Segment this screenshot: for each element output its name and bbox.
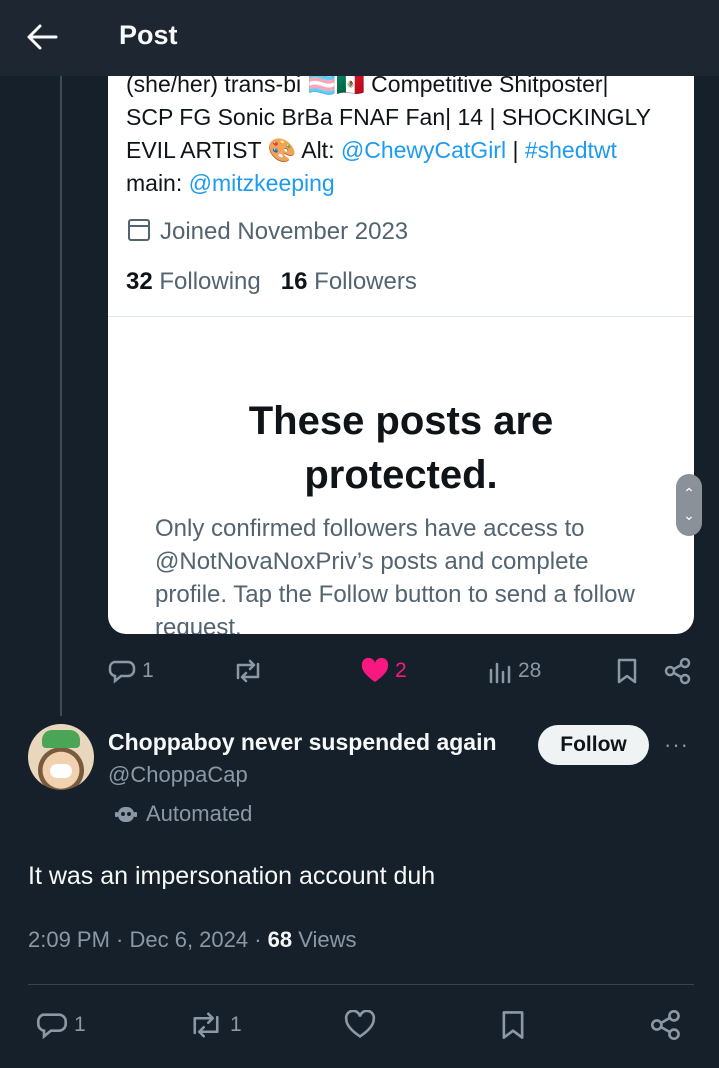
chevron-up-icon: ⌃ [683, 485, 695, 501]
protected-title: These posts are protected. [108, 394, 694, 502]
author-handle[interactable]: @ChoppaCap [108, 762, 248, 788]
repost-button[interactable] [232, 658, 264, 684]
like-button[interactable] [344, 1010, 376, 1040]
bio-separator: | [506, 137, 525, 163]
reply-button[interactable]: 1 [36, 1010, 86, 1040]
protected-title-text: These posts are protected. [248, 399, 554, 497]
views-button[interactable]: 28 [488, 658, 541, 684]
bookmark-button[interactable] [500, 1009, 526, 1041]
views-chart-icon [488, 658, 512, 684]
bookmark-icon [500, 1009, 526, 1041]
reply-icon [36, 1010, 68, 1040]
profile-bio: (she/her) trans-bi 🏳️‍⚧️🇲🇽 Competitive S… [126, 68, 686, 200]
more-options-icon[interactable]: ··· [664, 732, 689, 758]
post-actions: 1 1 [28, 1008, 694, 1042]
parent-post-actions: 1 2 28 [108, 656, 694, 686]
post-timestamp[interactable]: 2:09 PM · Dec 6, 2024 · [28, 927, 268, 952]
like-count: 2 [395, 659, 407, 682]
divider [108, 316, 694, 317]
automated-label: Automated [146, 801, 253, 826]
thread-connector-line [60, 76, 62, 716]
author-name[interactable]: Choppaboy never suspended again [108, 729, 497, 756]
post-metadata: 2:09 PM · Dec 6, 2024 · 68 Views [28, 927, 357, 953]
repost-icon [232, 658, 264, 684]
calendar-icon [128, 219, 150, 241]
reply-button[interactable]: 1 [108, 658, 154, 684]
like-button[interactable]: 2 [361, 658, 407, 684]
bio-line: EVIL ARTIST 🎨 Alt: @ChewyCatGirl | #shed… [126, 134, 686, 167]
follow-counts: 32 Following 16 Followers [126, 268, 417, 296]
share-icon [650, 1009, 682, 1041]
views-count: 28 [518, 659, 542, 682]
following-count: 32 [126, 268, 153, 295]
reply-count: 1 [74, 1013, 86, 1036]
follow-button[interactable]: Follow [538, 725, 649, 765]
followers-count: 16 [280, 268, 308, 295]
top-bar: Post [0, 0, 719, 76]
page-title: Post [119, 20, 178, 50]
divider [28, 984, 694, 985]
share-button[interactable] [664, 657, 692, 685]
heart-filled-icon [361, 658, 389, 684]
post-text: It was an impersonation account duh [28, 862, 436, 890]
reply-count: 1 [142, 659, 154, 682]
repost-count: 1 [230, 1013, 242, 1036]
repost-button[interactable]: 1 [188, 1010, 242, 1040]
bio-line: SCP FG Sonic BrBa FNAF Fan| 14 | SHOCKIN… [126, 104, 651, 130]
bot-icon [114, 802, 138, 826]
joined-date: Joined November 2023 [128, 218, 408, 246]
reply-icon [108, 658, 136, 684]
following-label: Following [159, 268, 261, 295]
chevron-down-icon: ⌄ [683, 507, 695, 523]
embedded-profile-screenshot: (she/her) trans-bi 🏳️‍⚧️🇲🇽 Competitive S… [108, 46, 694, 634]
post-views-count: 68 [267, 927, 293, 952]
bio-text: main: [126, 170, 189, 196]
post-views-label: Views [292, 927, 357, 952]
share-icon [664, 657, 692, 685]
bookmark-button[interactable] [616, 657, 638, 685]
protected-description: Only confirmed followers have access to … [155, 515, 635, 634]
followers-label: Followers [314, 268, 417, 295]
share-button[interactable] [650, 1009, 682, 1041]
alt-handle-link: @ChewyCatGirl [340, 137, 507, 163]
bio-line: main: @mitzkeeping [126, 167, 686, 200]
back-arrow-icon[interactable] [26, 22, 60, 52]
bio-text: EVIL ARTIST 🎨 Alt: [126, 137, 341, 163]
heart-icon [344, 1010, 376, 1040]
avatar[interactable] [28, 724, 94, 790]
joined-text: Joined November 2023 [160, 218, 409, 245]
bookmark-icon [616, 657, 638, 685]
hashtag-link: #shedtwt [524, 137, 617, 163]
repost-icon [188, 1010, 224, 1040]
scroll-handle[interactable]: ⌃ ⌄ [676, 474, 702, 536]
automated-badge: Automated [114, 801, 252, 827]
main-handle-link: @mitzkeeping [188, 170, 335, 196]
